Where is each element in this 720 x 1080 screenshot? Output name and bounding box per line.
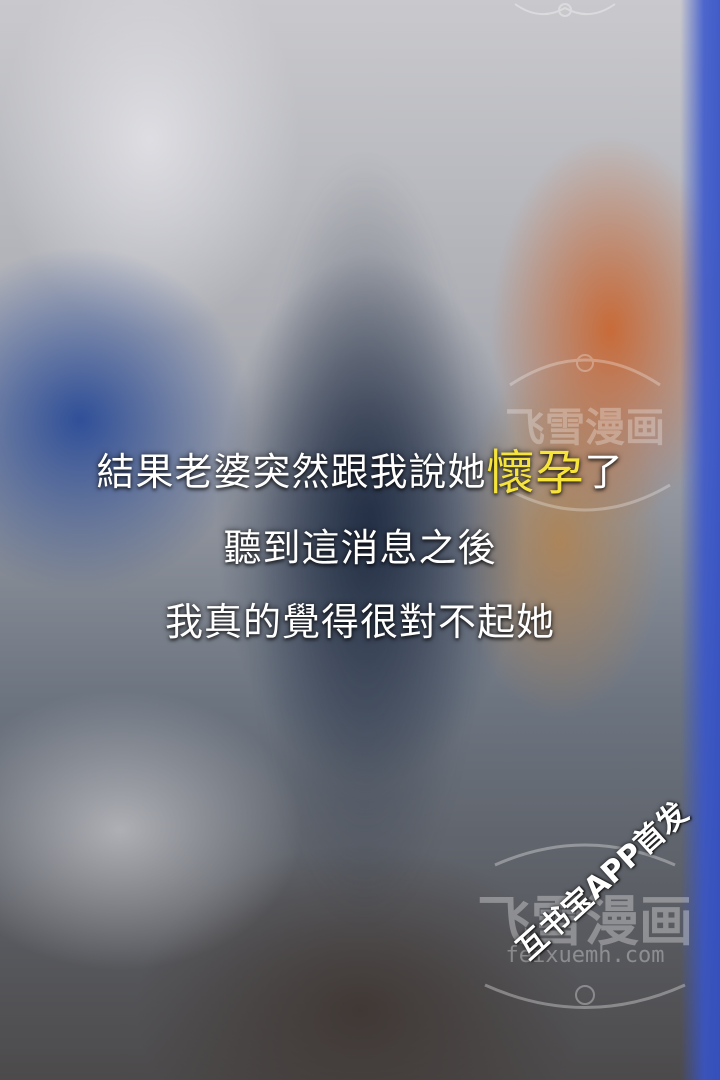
caption-line-1-start: 結果老婆突然跟我說她 (96, 450, 487, 494)
ornament-watermark-top (514, 3, 616, 17)
watermark-site: feixuemh.com (505, 943, 665, 968)
caption-highlight-word: 懷孕 (486, 445, 585, 501)
caption-line-2: 聽到這消息之後 (223, 526, 497, 570)
caption-line-3: 我真的覺得很對不起她 (164, 600, 555, 644)
caption-line-1: 結果老婆突然跟我說她懷孕了 (0, 448, 720, 497)
caption-line-1-end: 了 (584, 450, 624, 494)
comic-panel: 飞雪漫画 飞雪漫画 feixuemh.com 結果老婆突然跟我說她懷孕了 聽到這… (0, 0, 720, 1080)
